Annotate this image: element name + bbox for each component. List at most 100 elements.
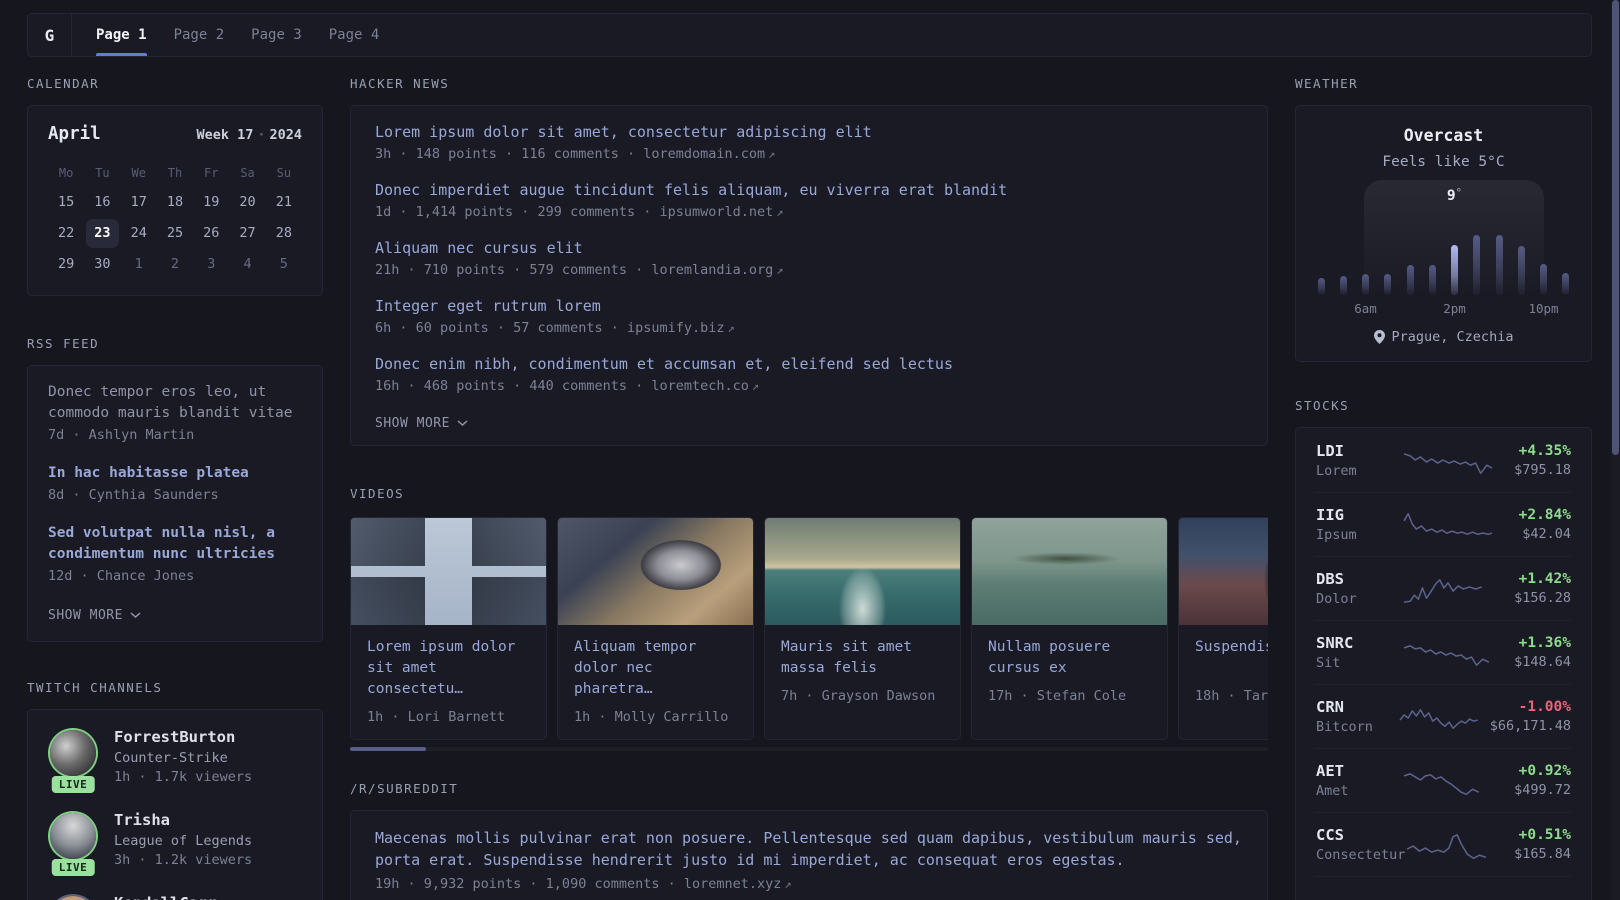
channel-name[interactable]: ForrestBurton bbox=[114, 728, 252, 746]
hour-bar bbox=[1517, 246, 1525, 295]
subreddit-heading: /R/SUBREDDIT bbox=[350, 781, 459, 796]
carousel-scrollbar-thumb[interactable] bbox=[350, 747, 426, 751]
twitch-channel-row[interactable]: LIVE Trisha League of Legends 3h · 1.2k … bbox=[48, 811, 302, 876]
hn-item-title[interactable]: Donec enim nibh, condimentum et accumsan… bbox=[375, 354, 1243, 374]
weekday-label: Mo bbox=[58, 166, 74, 180]
stock-row[interactable]: SNRC Sit +1.36% $148.64 bbox=[1316, 620, 1571, 684]
avatar: LIVE bbox=[48, 811, 98, 876]
tab-page-3[interactable]: Page 3 bbox=[251, 14, 302, 56]
calendar-day-next-month: 3 bbox=[207, 256, 216, 272]
weather-widget: Overcast Feels like 5°C 9° 6am 2pm 10pm … bbox=[1295, 105, 1592, 362]
channel-meta: 1h · 1.7k viewers bbox=[114, 769, 253, 785]
hn-item-title[interactable]: Integer eget rutrum lorem bbox=[375, 296, 1243, 316]
twitch-channel-row[interactable]: LIVE ForrestBurton Counter-Strike 1h · 1… bbox=[48, 728, 302, 793]
stock-row[interactable]: DBS Dolor +1.42% $156.28 bbox=[1316, 556, 1571, 620]
video-card[interactable]: Nullam posuere cursus ex 17h · Stefan Co… bbox=[971, 517, 1168, 740]
rss-widget: Donec tempor eros leo, ut commodo mauris… bbox=[27, 365, 323, 642]
stock-id: IIG Ipsum bbox=[1316, 506, 1402, 543]
channel-name[interactable]: Trisha bbox=[114, 811, 252, 829]
hn-item: Integer eget rutrum lorem 6h · 60 points… bbox=[375, 296, 1243, 338]
video-thumbnail bbox=[1179, 518, 1268, 625]
hn-item-title[interactable]: Donec imperdiet augue tincidunt felis al… bbox=[375, 180, 1243, 200]
hn-meta-text: 3h · 148 points · 116 comments · loremdo… bbox=[375, 146, 766, 162]
tab-page-2[interactable]: Page 2 bbox=[174, 14, 225, 56]
hn-item-meta: 16h · 468 points · 440 comments · loremt… bbox=[375, 377, 1243, 396]
tab-page-1[interactable]: Page 1 bbox=[96, 14, 147, 56]
hn-item-meta: 3h · 148 points · 116 comments · loremdo… bbox=[375, 145, 1243, 164]
external-link-icon: ↗ bbox=[768, 147, 776, 161]
stock-row[interactable]: AET Amet +0.92% $499.72 bbox=[1316, 748, 1571, 812]
stock-change: +1.42% bbox=[1518, 571, 1571, 587]
video-title[interactable]: Lorem ipsum dolor sit amet consectetu… bbox=[367, 637, 530, 700]
video-title[interactable]: Suspendisse diam bbox=[1195, 637, 1268, 679]
video-meta: 17h · Stefan Cole bbox=[988, 688, 1127, 704]
stock-row[interactable]: IIG Ipsum +2.84% $42.04 bbox=[1316, 492, 1571, 556]
calendar-heading: CALENDAR bbox=[27, 76, 100, 91]
hour-bar bbox=[1540, 264, 1548, 295]
stock-sparkline bbox=[1402, 766, 1494, 796]
calendar-day-next-month: 4 bbox=[243, 256, 252, 272]
hn-item: Aliquam nec cursus elit 21h · 710 points… bbox=[375, 238, 1243, 280]
stock-price: $795.18 bbox=[1514, 461, 1571, 478]
stock-change: +1.36% bbox=[1518, 635, 1571, 651]
hn-show-more-button[interactable]: SHOW MORE bbox=[375, 416, 468, 431]
video-title[interactable]: Nullam posuere cursus ex bbox=[988, 637, 1151, 679]
weather-condition: Overcast bbox=[1403, 126, 1484, 145]
right-column: WEATHER Overcast Feels like 5°C 9° 6am 2… bbox=[1295, 76, 1592, 900]
stock-sparkline bbox=[1402, 445, 1494, 475]
tab-page-4[interactable]: Page 4 bbox=[329, 14, 380, 56]
calendar-grid: Mo Tu We Th Fr Sa Su 15 16 17 18 19 20 2… bbox=[48, 160, 302, 279]
video-title[interactable]: Aliquam tempor dolor nec pharetra… bbox=[574, 637, 737, 700]
hn-item-title[interactable]: Aliquam nec cursus elit bbox=[375, 238, 1243, 258]
stock-price: $66,171.48 bbox=[1489, 718, 1571, 734]
stock-row[interactable]: CRN Bitcorn -1.00% $66,171.48 bbox=[1316, 684, 1571, 748]
stock-row[interactable]: LDI Lorem +4.35% $795.18 bbox=[1316, 428, 1571, 492]
weather-feels-like: Feels like 5°C bbox=[1382, 154, 1505, 170]
weather-location: Prague, Czechia bbox=[1316, 329, 1571, 345]
calendar-day: 16 bbox=[94, 194, 111, 210]
video-card[interactable]: Aliquam tempor dolor nec pharetra… 1h · … bbox=[557, 517, 754, 740]
stock-sparkline bbox=[1402, 574, 1494, 604]
stock-change: +2.84% bbox=[1518, 507, 1571, 523]
external-link-icon: ↗ bbox=[727, 321, 735, 335]
weather-heading: WEATHER bbox=[1295, 76, 1359, 91]
video-card[interactable]: Mauris sit amet massa felis 7h · Grayson… bbox=[764, 517, 961, 740]
hn-item-title[interactable]: Lorem ipsum dolor sit amet, consectetur … bbox=[375, 122, 1243, 142]
calendar-day: 27 bbox=[239, 225, 256, 241]
video-card[interactable]: Suspendisse diam 18h · Tara bbox=[1178, 517, 1268, 740]
weather-hourly-chart: 9° bbox=[1317, 180, 1570, 295]
video-card[interactable]: Lorem ipsum dolor sit amet consectetu… 1… bbox=[350, 517, 547, 740]
rss-item-title[interactable]: Sed volutpat nulla nisl, a condimentum n… bbox=[48, 523, 302, 565]
hacker-news-heading: HACKER NEWS bbox=[350, 76, 450, 91]
video-thumbnail bbox=[558, 518, 753, 625]
reddit-post-meta: 19h · 9,932 points · 1,090 comments · lo… bbox=[375, 875, 1243, 894]
hour-bar-current bbox=[1451, 245, 1459, 295]
channel-avatar-image bbox=[50, 813, 96, 859]
page-scrollbar-thumb[interactable] bbox=[1612, 0, 1619, 455]
hour-bar bbox=[1362, 274, 1370, 295]
video-card-body: Lorem ipsum dolor sit amet consectetu… 1… bbox=[351, 625, 546, 739]
rss-show-more-button[interactable]: SHOW MORE bbox=[48, 608, 141, 623]
stock-price: $156.28 bbox=[1514, 590, 1571, 606]
calendar-day: 29 bbox=[58, 256, 75, 272]
reddit-post-title[interactable]: Maecenas mollis pulvinar erat non posuer… bbox=[375, 827, 1243, 871]
hn-item-meta: 1d · 1,414 points · 299 comments · ipsum… bbox=[375, 203, 1243, 222]
rss-heading: RSS FEED bbox=[27, 336, 100, 351]
calendar-week: Week 17 bbox=[196, 127, 254, 143]
rss-item-title[interactable]: In hac habitasse platea bbox=[48, 463, 302, 484]
twitch-channel-row[interactable]: KendallCarr bbox=[48, 894, 302, 900]
stock-symbol: LDI bbox=[1316, 441, 1344, 460]
avatar: LIVE bbox=[48, 728, 98, 793]
hour-bar bbox=[1406, 265, 1414, 295]
external-link-icon: ↗ bbox=[784, 877, 792, 891]
calendar-day: 20 bbox=[239, 194, 256, 210]
stock-values: +2.84% $42.04 bbox=[1494, 507, 1571, 542]
hour-bar bbox=[1317, 278, 1325, 295]
channel-name[interactable]: KendallCarr bbox=[114, 894, 217, 900]
rss-item-title[interactable]: Donec tempor eros leo, ut commodo mauris… bbox=[48, 382, 302, 424]
stock-values: +1.36% $148.64 bbox=[1494, 635, 1571, 670]
stock-row[interactable]: CCS Consectetur +0.51% $165.84 bbox=[1316, 812, 1571, 876]
video-title[interactable]: Mauris sit amet massa felis bbox=[781, 637, 944, 679]
stock-row[interactable]: AHS +0.46% bbox=[1316, 876, 1571, 900]
time-tick: 2pm bbox=[1443, 301, 1466, 316]
